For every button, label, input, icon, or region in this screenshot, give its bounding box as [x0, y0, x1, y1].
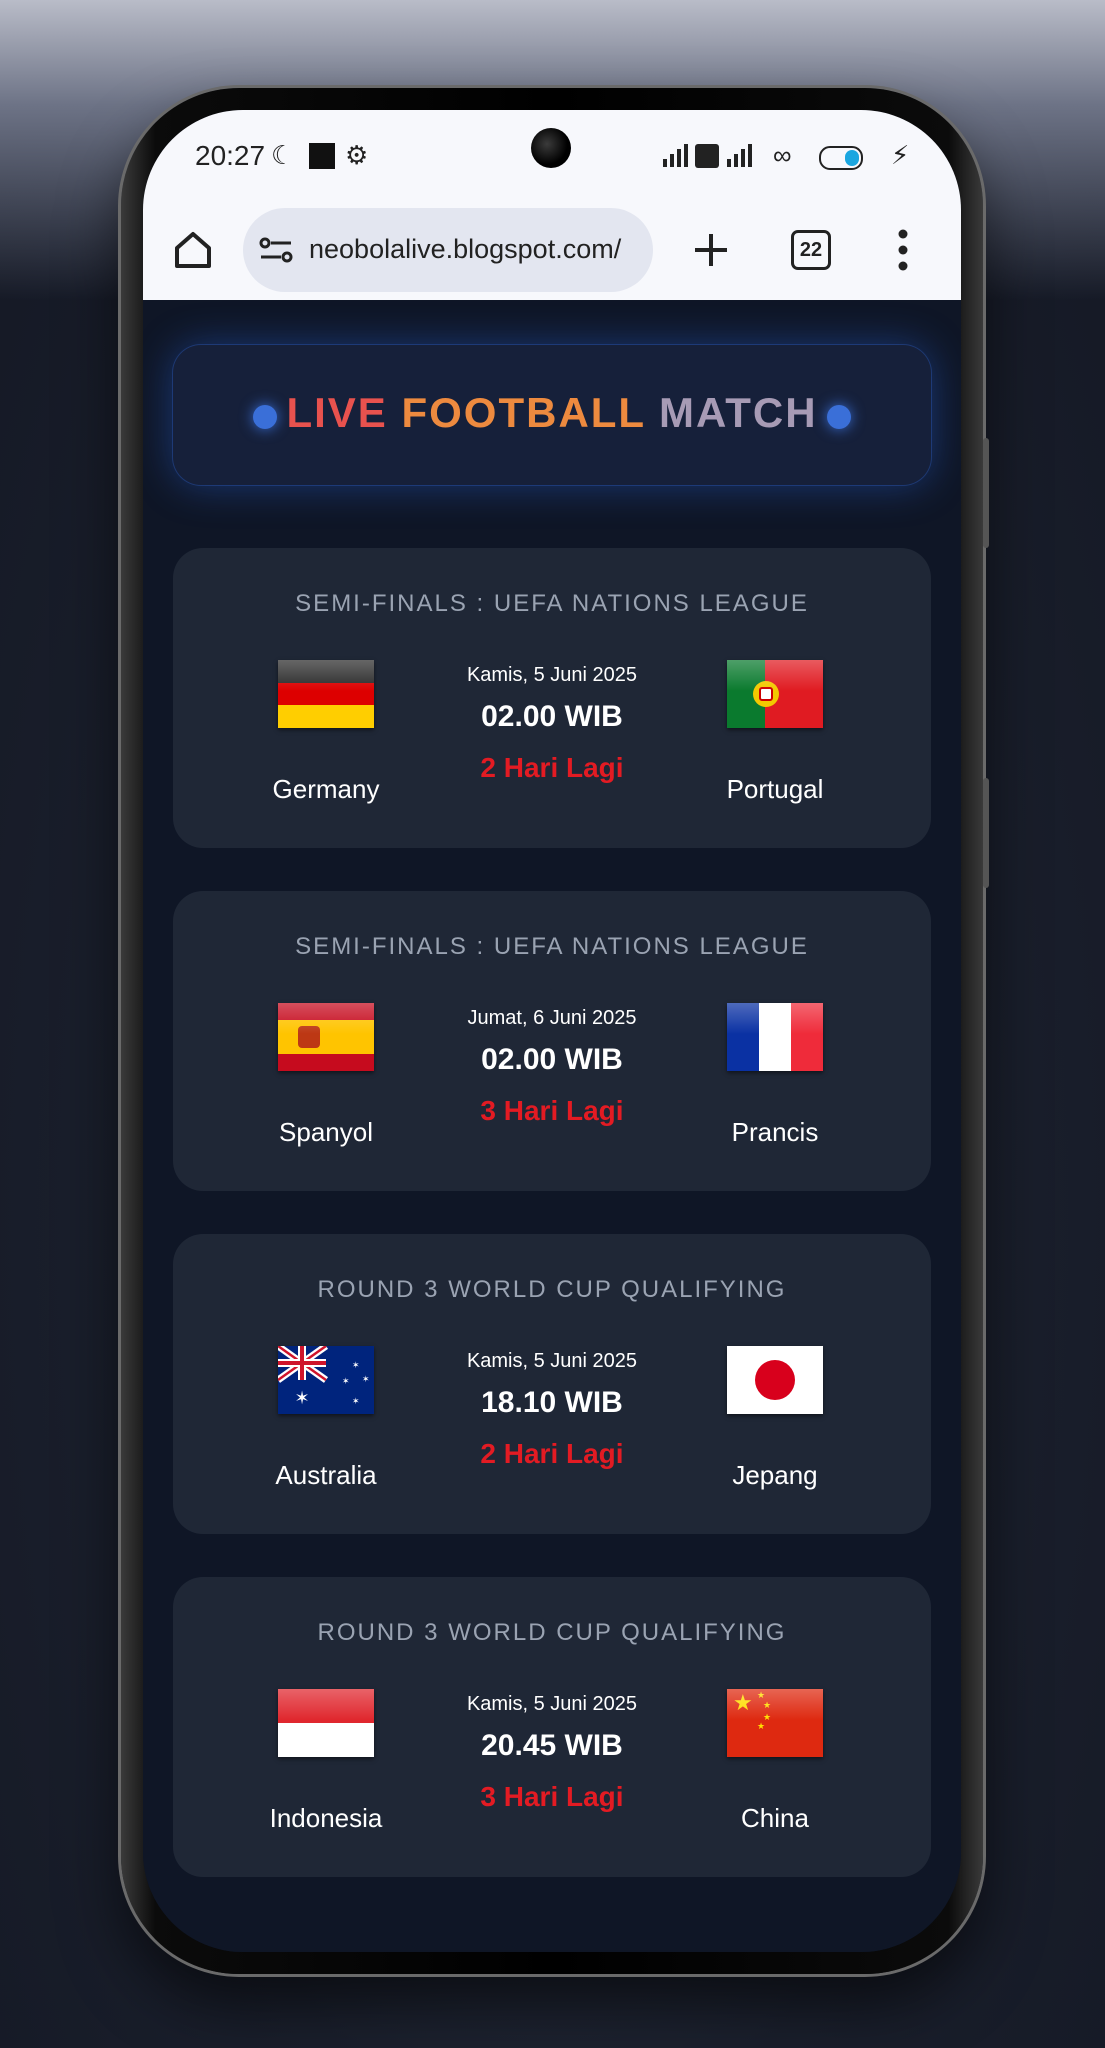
away-team: Prancis	[731, 1117, 819, 1147]
header-banner: LIVE FOOTBALL MATCH	[173, 345, 931, 485]
home-icon[interactable]	[171, 228, 215, 272]
away-team: China	[741, 1803, 809, 1833]
match-date: Jumat, 6 Juni 2025	[467, 1007, 637, 1029]
home-team: Spanyol	[279, 1117, 373, 1147]
svg-text:✶: ✶	[352, 1397, 360, 1407]
match-time: 20.45 WIB	[481, 1729, 623, 1762]
match-date: Kamis, 5 Juni 2025	[466, 1350, 638, 1372]
volte-icon	[695, 144, 719, 168]
australia-flag-icon: ✶ ✶ ✶ ✶ ✶	[278, 1346, 374, 1414]
match-countdown: 3 Hari Lagi	[480, 1781, 624, 1812]
match-countdown: 3 Hari Lagi	[480, 1095, 624, 1126]
league-name: SEMI-FINALS : UEFA NATIONS LEAGUE	[295, 933, 809, 960]
signal-icon	[663, 144, 688, 167]
match-countdown: 2 Hari Lagi	[480, 1438, 624, 1469]
gear-icon: ⚙	[345, 140, 369, 170]
match-card[interactable]: SEMI-FINALS : UEFA NATIONS LEAGUE Spanyo…	[173, 891, 931, 1191]
battery-icon	[819, 146, 863, 170]
match-date: Kamis, 5 Juni 2025	[466, 664, 638, 686]
france-flag-icon	[727, 1003, 823, 1071]
front-camera	[531, 128, 571, 168]
germany-flag-icon	[278, 660, 374, 728]
menu-dots-icon[interactable]	[897, 228, 909, 272]
notification-square-icon	[309, 143, 335, 169]
status-bar: 20:27 ☾ ⚙ ∞ ⚡	[143, 110, 961, 200]
away-team: Portugal	[726, 774, 824, 804]
title-word-match: MATCH	[659, 389, 818, 436]
svg-text:✶: ✶	[362, 1375, 370, 1385]
home-team: Australia	[275, 1460, 377, 1490]
web-page: LIVE FOOTBALL MATCH SEMI-FINALS : UEFA N…	[143, 300, 961, 1952]
league-name: ROUND 3 WORLD CUP QUALIFYING	[317, 1276, 787, 1303]
phone-frame: 20:27 ☾ ⚙ ∞ ⚡ neobolalive.blogspot.com/ …	[121, 88, 989, 1974]
page-title: LIVE FOOTBALL MATCH	[173, 389, 931, 437]
match-time: 18.10 WIB	[481, 1386, 623, 1419]
browser-toolbar: neobolalive.blogspot.com/ 22	[143, 200, 961, 300]
china-flag-icon: ★ ★ ★ ★ ★	[727, 1689, 823, 1757]
banner-dot-right	[827, 405, 851, 429]
home-team: Indonesia	[269, 1803, 383, 1833]
do-not-disturb-icon: ☾	[271, 140, 295, 170]
away-team: Jepang	[732, 1460, 818, 1490]
match-time: 02.00 WIB	[481, 1043, 623, 1076]
indonesia-flag-icon	[278, 1689, 374, 1757]
svg-text:✶: ✶	[342, 1377, 350, 1387]
charging-icon: ⚡	[891, 140, 910, 170]
phone-screen: 20:27 ☾ ⚙ ∞ ⚡ neobolalive.blogspot.com/ …	[143, 110, 961, 1952]
match-date: Kamis, 5 Juni 2025	[466, 1693, 638, 1715]
power-button	[983, 778, 989, 888]
new-tab-icon[interactable]	[691, 230, 731, 270]
status-time: 20:27	[195, 140, 266, 171]
match-card[interactable]: ROUND 3 WORLD CUP QUALIFYING Indonesia K…	[173, 1577, 931, 1877]
match-time: 02.00 WIB	[481, 700, 623, 733]
league-name: SEMI-FINALS : UEFA NATIONS LEAGUE	[295, 590, 809, 617]
volume-button	[983, 438, 989, 548]
title-word-football: FOOTBALL	[401, 389, 646, 436]
svg-text:✶: ✶	[294, 1388, 309, 1409]
url-text[interactable]: neobolalive.blogspot.com/	[309, 234, 621, 265]
svg-text:✶: ✶	[352, 1361, 360, 1371]
url-bar[interactable]: neobolalive.blogspot.com/	[243, 208, 653, 292]
tab-switcher-button[interactable]: 22	[791, 230, 831, 270]
home-team: Germany	[272, 774, 380, 804]
site-settings-icon[interactable]	[259, 236, 293, 264]
portugal-flag-icon	[727, 660, 823, 728]
league-name: ROUND 3 WORLD CUP QUALIFYING	[317, 1619, 787, 1646]
link-icon: ∞	[773, 140, 792, 170]
match-card[interactable]: SEMI-FINALS : UEFA NATIONS LEAGUE German…	[173, 548, 931, 848]
signal-4g-icon	[727, 144, 752, 167]
match-card[interactable]: ROUND 3 WORLD CUP QUALIFYING ✶ ✶ ✶ ✶ ✶ A…	[173, 1234, 931, 1534]
match-countdown: 2 Hari Lagi	[480, 752, 624, 783]
japan-flag-icon	[727, 1346, 823, 1414]
spain-flag-icon	[278, 1003, 374, 1071]
title-word-live: LIVE	[286, 389, 388, 436]
